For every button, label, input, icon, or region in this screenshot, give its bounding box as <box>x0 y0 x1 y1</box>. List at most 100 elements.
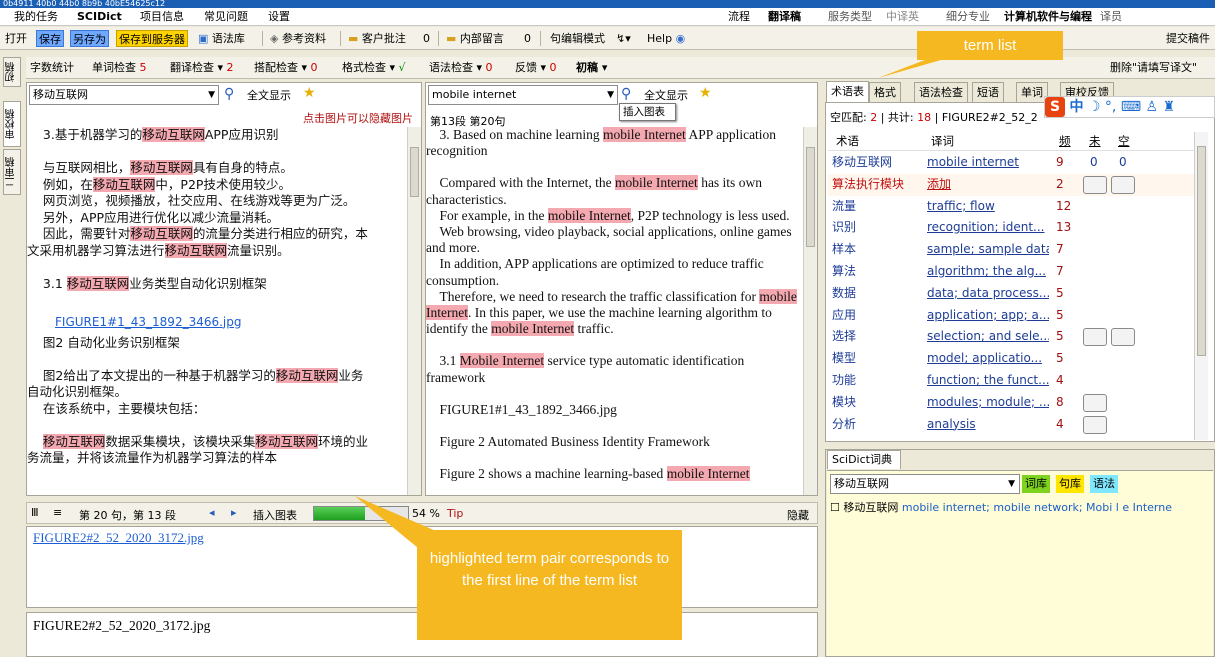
term-row[interactable]: 算法执行模块 添加 2 <box>828 173 1194 196</box>
term-action-button[interactable] <box>1111 328 1135 347</box>
term-row[interactable]: 模型 model; applicatio... 5 <box>828 348 1194 370</box>
tab-draft[interactable]: 初稿 <box>3 57 21 87</box>
source-figure-link[interactable]: FIGURE1#1_43_1892_3466.jpg <box>55 315 242 329</box>
term-table-scrollbar[interactable] <box>1194 132 1208 440</box>
term-action-button[interactable] <box>1083 415 1107 434</box>
search-icon[interactable]: ⚲ <box>621 86 631 102</box>
term-cell-trans[interactable]: modules; module; ... <box>927 392 1049 413</box>
word-count-button[interactable]: 字数统计 <box>30 60 74 76</box>
sentence-mode-button[interactable]: 句编辑模式 <box>548 30 607 47</box>
shirt-icon[interactable]: ♜ <box>1163 99 1176 115</box>
term-row[interactable]: 识别 recognition; ident... 13 <box>828 217 1194 239</box>
term-cell-trans[interactable]: sample; sample data <box>927 239 1049 260</box>
reference-button[interactable]: ◈ 参考资料 <box>268 30 328 47</box>
term-cell-trans[interactable]: traffic; flow <box>927 196 1049 217</box>
bottom-figure-link[interactable]: FIGURE2#2_52_2020_3172.jpg <box>33 530 204 546</box>
tab-grammar[interactable]: 语法检查 <box>914 82 968 102</box>
dict-word-button[interactable]: 词库 <box>1022 475 1050 493</box>
glossary-button[interactable]: ▣ 语法库 <box>196 30 247 47</box>
draft-dropdown[interactable]: 初稿 ▾ <box>576 60 607 76</box>
tip-label[interactable]: Tip <box>447 507 463 520</box>
internal-msg-button[interactable]: ▬ 内部留言 <box>444 30 506 47</box>
feedback-button[interactable]: 反馈 ▾ 0 <box>515 60 557 76</box>
source-show-all-button[interactable]: 全文显示 <box>247 87 291 103</box>
keyboard-icon[interactable]: ⌨ <box>1121 99 1141 115</box>
menu-flow[interactable]: 流程 <box>728 9 750 24</box>
source-text-area[interactable]: 3.基于机器学习的移动互联网APP应用识别 与互联网相比，移动互联网具有自身的特… <box>27 127 407 495</box>
term-action-button[interactable] <box>1111 175 1135 194</box>
collocation-check-button[interactable]: 搭配检查 ▾ 0 <box>254 60 318 76</box>
term-cell-trans[interactable]: function; the funct... <box>927 370 1049 391</box>
source-search-combo[interactable]: 移动互联网 ▼ <box>29 85 219 105</box>
scidict-tab[interactable]: SciDict词典 <box>827 450 901 469</box>
save-as-button[interactable]: 另存为 <box>70 30 109 47</box>
dict-sentence-button[interactable]: 句库 <box>1056 475 1084 493</box>
hide-button[interactable]: 隐藏 <box>787 507 809 523</box>
term-row[interactable]: 模块 modules; module; ... 8 <box>828 392 1194 414</box>
term-row[interactable]: 算法 algorithm; the alg... 7 <box>828 261 1194 283</box>
checkbox-icon[interactable]: ☐ <box>830 501 840 514</box>
ime-logo-icon[interactable]: S <box>1045 97 1065 117</box>
column-icon[interactable]: Ⅲ <box>31 506 39 519</box>
term-action-button[interactable] <box>1083 328 1107 347</box>
next-arrow-icon[interactable]: ▸ <box>231 506 237 519</box>
format-check-button[interactable]: 格式检查 ▾ √ <box>342 60 406 76</box>
target-show-all-button[interactable]: 全文显示 <box>644 87 688 103</box>
grammar-check-button[interactable]: 语法检查 ▾ 0 <box>429 60 493 76</box>
header-frequency[interactable]: 频 <box>1059 132 1071 150</box>
target-scrollbar[interactable] <box>803 127 817 495</box>
hide-images-hint[interactable]: 点击图片可以隐藏图片 <box>303 110 413 126</box>
header-undone[interactable]: 未 <box>1089 132 1101 150</box>
help-button[interactable]: Help ◉ <box>645 30 687 47</box>
tab-term-list[interactable]: 术语表 <box>826 81 869 102</box>
save-to-server-button[interactable]: 保存到服务器 <box>116 30 188 47</box>
ime-language-toggle[interactable]: 中 <box>1069 99 1083 115</box>
menu-translation[interactable]: 翻译稿 <box>768 9 801 24</box>
prev-arrow-icon[interactable]: ◂ <box>209 506 215 519</box>
star-icon[interactable]: ★ <box>699 85 712 101</box>
dict-grammar-button[interactable]: 语法 <box>1090 475 1118 493</box>
tab-review[interactable]: 审校稿 <box>3 101 21 147</box>
term-cell-trans[interactable]: algorithm; the alg... <box>927 261 1049 282</box>
menu-settings[interactable]: 设置 <box>268 9 290 24</box>
term-cell-trans[interactable]: analysis <box>927 414 1049 435</box>
source-scrollbar[interactable] <box>407 127 421 495</box>
skin-icon[interactable]: ♙ <box>1146 99 1159 115</box>
term-row[interactable]: 移动互联网 mobile internet 9 0 0 <box>828 152 1194 174</box>
search-icon[interactable]: ⚲ <box>224 86 234 102</box>
term-row[interactable]: 流量 traffic; flow 12 <box>828 196 1194 218</box>
trans-check-button[interactable]: 翻译检查 ▾ 2 <box>170 60 234 76</box>
term-action-button[interactable] <box>1083 393 1107 412</box>
term-cell-trans[interactable]: 添加 <box>927 174 1049 195</box>
term-cell-trans[interactable]: application; app; a... <box>927 305 1049 326</box>
mode-switch-icon[interactable]: ↯▾ <box>614 30 633 47</box>
term-action-button[interactable] <box>1083 175 1107 194</box>
tab-format[interactable]: 格式 <box>869 82 901 102</box>
menu-project-info[interactable]: 项目信息 <box>140 9 184 24</box>
tab-second-review[interactable]: 二审稿 <box>3 149 21 195</box>
term-row[interactable]: 选择 selection; and sele... 5 <box>828 326 1194 348</box>
term-row[interactable]: 分析 analysis 4 <box>828 414 1194 436</box>
menu-faq[interactable]: 常见问题 <box>204 9 248 24</box>
save-button[interactable]: 保存 <box>36 30 64 47</box>
term-row[interactable]: 样本 sample; sample data 7 <box>828 239 1194 261</box>
term-cell-trans[interactable]: data; data process... <box>927 283 1049 304</box>
term-row[interactable]: 应用 application; app; a... 5 <box>828 305 1194 327</box>
menu-scidict[interactable]: SCIDict <box>77 9 122 24</box>
header-empty[interactable]: 空 <box>1118 132 1130 150</box>
open-button[interactable]: 打开 <box>3 30 29 47</box>
target-text-area[interactable]: 3. Based on machine learning mobile Inte… <box>426 127 804 495</box>
term-cell-trans[interactable]: recognition; ident... <box>927 217 1049 238</box>
word-check-button[interactable]: 单词检查 5 <box>92 60 147 76</box>
moon-icon[interactable]: ☽ <box>1088 99 1101 115</box>
term-cell-trans[interactable]: selection; and sele... <box>927 326 1049 347</box>
punctuation-icon[interactable]: °, <box>1105 99 1116 115</box>
insert-chart-button[interactable]: 插入图表 <box>253 507 297 523</box>
term-cell-trans[interactable]: mobile internet <box>927 152 1049 173</box>
list-icon[interactable]: ≡ <box>53 506 62 519</box>
dict-entry[interactable]: ☐ 移动互联网 mobile internet; mobile network;… <box>830 500 1210 516</box>
term-row[interactable]: 数据 data; data process... 5 <box>828 283 1194 305</box>
dict-search-combo[interactable]: 移动互联网 ▼ <box>830 474 1020 494</box>
menu-my-tasks[interactable]: 我的任务 <box>14 9 58 24</box>
client-note-button[interactable]: ▬ 客户批注 <box>346 30 408 47</box>
